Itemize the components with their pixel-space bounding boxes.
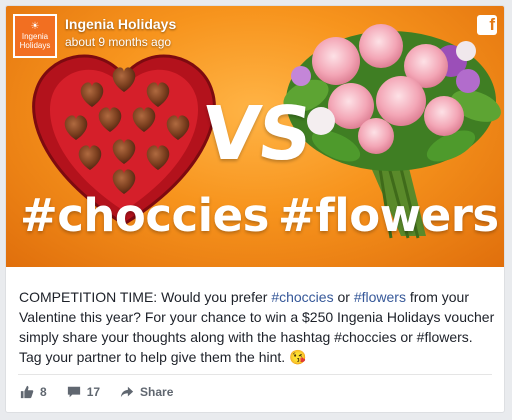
hashtag-flowers-link[interactable]: #flowers xyxy=(354,289,406,305)
comment-count: 17 xyxy=(86,385,101,399)
vs-text: VS xyxy=(198,91,315,177)
hashtag-choccies-overlay: #choccies xyxy=(20,189,269,242)
post-image[interactable]: VS #choccies #flowers ☀ Ingenia Holidays… xyxy=(6,6,504,267)
post-timestamp[interactable]: about 9 months ago xyxy=(65,34,176,50)
post-header: ☀ Ingenia Holidays Ingenia Holidays abou… xyxy=(13,14,176,58)
like-count: 8 xyxy=(40,385,47,399)
like-button[interactable]: 8 xyxy=(20,385,47,399)
thumbs-up-icon xyxy=(20,385,34,399)
logo-text-line2: Holidays xyxy=(19,41,51,50)
facebook-post-card: VS #choccies #flowers ☀ Ingenia Holidays… xyxy=(5,5,505,413)
comment-button[interactable]: 17 xyxy=(67,385,100,399)
share-button[interactable]: Share xyxy=(120,385,173,399)
post-text-part2: or xyxy=(333,289,354,305)
post-actions: 8 17 Share xyxy=(20,385,193,399)
page-avatar[interactable]: ☀ Ingenia Holidays xyxy=(13,14,57,58)
post-text-part1: COMPETITION TIME: Would you prefer xyxy=(19,289,272,305)
post-message: COMPETITION TIME: Would you prefer #choc… xyxy=(19,287,497,367)
page-name-link[interactable]: Ingenia Holidays xyxy=(65,16,176,33)
kiss-emoji: 😘 xyxy=(289,349,307,365)
share-label: Share xyxy=(140,385,174,399)
logo-text-line1: Ingenia xyxy=(21,32,49,41)
hashtag-flowers-overlay: #flowers xyxy=(278,189,499,242)
hashtag-choccies-link[interactable]: #choccies xyxy=(271,289,333,305)
actions-divider xyxy=(18,374,492,375)
share-arrow-icon xyxy=(120,386,134,398)
page-info: Ingenia Holidays about 9 months ago xyxy=(65,16,176,50)
comment-icon xyxy=(67,386,80,398)
sun-icon: ☀ xyxy=(30,21,40,32)
facebook-logo-icon[interactable]: f xyxy=(477,15,497,35)
